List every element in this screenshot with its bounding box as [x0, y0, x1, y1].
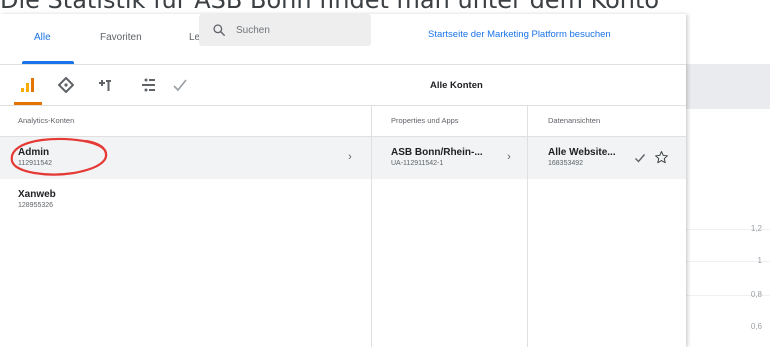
product-icon-row: Alle Konten: [0, 65, 686, 106]
active-product-indicator: [14, 102, 42, 105]
chevron-right-icon: ›: [348, 151, 352, 163]
analytics-bar-icon: [21, 78, 34, 92]
views-column-header: Datenansichten: [528, 106, 686, 137]
tab-favoriten[interactable]: Favoriten: [100, 32, 142, 43]
view-row[interactable]: Alle Website... 168353492: [528, 137, 686, 179]
tag-manager-button[interactable]: [56, 75, 76, 95]
picker-top-row: Alle Favoriten Le Startseite der Marketi…: [0, 14, 686, 65]
chart-tick-label: 1: [757, 256, 762, 265]
property-name: ASB Bonn/Rhein-...: [391, 147, 483, 158]
search-input[interactable]: [234, 23, 368, 37]
optimize-icon: [99, 80, 111, 91]
chart-tick-label: 0,6: [750, 322, 762, 331]
chart-tick-label: 1,2: [750, 224, 762, 233]
account-id: 128955326: [18, 202, 54, 209]
property-id: UA-112911542-1: [391, 160, 444, 167]
background-toolbar: [686, 64, 770, 109]
tab-alle[interactable]: Alle: [34, 32, 51, 43]
accounts-column-header: Analytics-Konten: [0, 106, 371, 137]
data-studio-icon: [142, 78, 155, 92]
view-name: Alle Website...: [548, 147, 616, 158]
account-name: Xanweb: [18, 189, 56, 200]
star-icon[interactable]: [654, 150, 669, 165]
marketing-platform-link[interactable]: Startseite der Marketing Platform besuch…: [428, 29, 611, 40]
optimize-button[interactable]: [95, 75, 115, 95]
property-row[interactable]: ASB Bonn/Rhein-... UA-112911542-1 ›: [372, 137, 527, 179]
view-id: 168353492: [548, 160, 584, 167]
account-picker-panel: Alle Favoriten Le Startseite der Marketi…: [0, 14, 686, 347]
chart-tick-label: 0,8: [750, 290, 762, 299]
chevron-right-icon: ›: [507, 151, 511, 163]
properties-column: Properties und Apps ASB Bonn/Rhein-... U…: [372, 106, 528, 347]
search-icon: [213, 24, 225, 36]
data-studio-button[interactable]: [138, 75, 158, 95]
views-column: Datenansichten Alle Website... 168353492: [528, 106, 686, 347]
active-tab-indicator: [22, 61, 74, 64]
search-box[interactable]: [199, 14, 371, 46]
surveys-button[interactable]: [170, 75, 190, 95]
surveys-check-icon: [173, 79, 187, 92]
background-heading: Die Statistik für ASB Bonn findet man un…: [0, 0, 660, 14]
annotation-circle: [10, 137, 108, 176]
account-row-xanweb[interactable]: Xanweb 128955326: [0, 179, 371, 221]
properties-column-header: Properties und Apps: [372, 106, 527, 137]
section-title: Alle Konten: [430, 80, 483, 91]
tag-manager-icon: [58, 77, 74, 93]
check-icon: [635, 154, 646, 163]
analytics-product-button[interactable]: [18, 75, 38, 95]
